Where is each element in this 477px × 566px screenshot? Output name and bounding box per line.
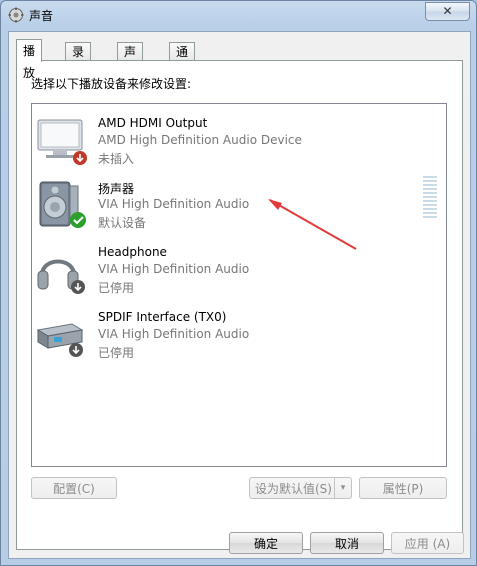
- instruction-text: 选择以下播放设备来修改设置:: [31, 77, 192, 91]
- device-item-headphone[interactable]: Headphone VIA High Definition Audio 已停用: [32, 245, 446, 305]
- window-title: 声音: [29, 9, 54, 23]
- device-description: VIA High Definition Audio: [98, 262, 250, 276]
- playback-panel: 选择以下播放设备来修改设置: AMD HDMI Output AMD High …: [16, 60, 463, 550]
- device-description: VIA High Definition Audio: [98, 197, 250, 211]
- dialog-body: 播放 录制 声音 通信 选择以下播放设备来修改设置:: [8, 31, 471, 559]
- set-default-button[interactable]: 设为默认值(S) ▾: [249, 477, 352, 499]
- spdif-device-icon: [36, 310, 88, 362]
- device-status: 已停用: [98, 281, 135, 295]
- close-button[interactable]: ✕: [425, 2, 470, 21]
- tab-communications[interactable]: 通信: [169, 42, 196, 77]
- device-status: 已停用: [98, 346, 135, 360]
- device-status: 未插入: [98, 152, 135, 166]
- device-item-speakers[interactable]: 扬声器 VIA High Definition Audio 默认设备: [32, 180, 446, 240]
- device-item-spdif[interactable]: SPDIF Interface (TX0) VIA High Definitio…: [32, 310, 446, 370]
- ok-button[interactable]: 确定: [229, 532, 303, 554]
- device-name: 扬声器: [98, 182, 135, 196]
- volume-level-meter: [423, 176, 437, 220]
- properties-button[interactable]: 属性(P): [359, 477, 447, 499]
- tab-sounds[interactable]: 声音: [117, 42, 144, 77]
- monitor-icon: [36, 116, 88, 168]
- title-bar: 声音 ✕: [1, 1, 476, 29]
- headphone-icon: [36, 245, 88, 297]
- device-name: AMD HDMI Output: [98, 116, 208, 130]
- configure-button[interactable]: 配置(C): [31, 477, 117, 499]
- cancel-button[interactable]: 取消: [310, 532, 384, 554]
- device-list[interactable]: AMD HDMI Output AMD High Definition Audi…: [31, 103, 447, 467]
- device-name: Headphone: [98, 245, 167, 259]
- sound-settings-icon: [8, 7, 24, 23]
- speaker-icon: [36, 180, 88, 232]
- device-description: AMD High Definition Audio Device: [98, 133, 302, 147]
- sound-dialog-window: 声音 ✕ 播放 录制 声音 通信 选择以下播放设备来修改设置:: [0, 0, 477, 566]
- device-description: VIA High Definition Audio: [98, 327, 250, 341]
- chevron-down-icon[interactable]: ▾: [334, 478, 351, 498]
- tab-playback[interactable]: 播放: [16, 39, 43, 80]
- set-default-label: 设为默认值(S): [255, 482, 332, 496]
- apply-button[interactable]: 应用 (A): [391, 532, 464, 554]
- device-status: 默认设备: [98, 216, 147, 230]
- device-name: SPDIF Interface (TX0): [98, 310, 227, 324]
- device-item-hdmi[interactable]: AMD HDMI Output AMD High Definition Audi…: [32, 116, 446, 176]
- tab-recording[interactable]: 录制: [65, 42, 92, 77]
